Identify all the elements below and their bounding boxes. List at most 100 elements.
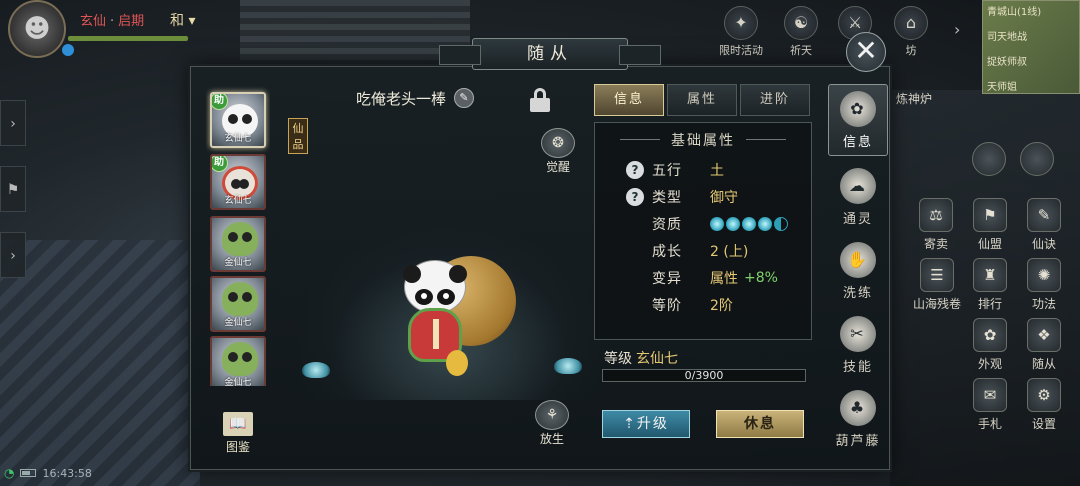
category-info[interactable]: ✿ 信息: [828, 84, 888, 156]
info-icon: ✿: [840, 91, 876, 127]
minimap[interactable]: 青城山(1线) 司天地战 捉妖师叔 天师姐: [982, 0, 1080, 94]
spirit-icon: ☁: [840, 168, 876, 204]
attr-row-element: ? 五行土: [626, 157, 724, 183]
pet-slot-label: 玄仙七: [224, 196, 252, 206]
pet-name-text: 吃俺老头一棒: [356, 89, 447, 108]
clock: 16:43:58: [42, 466, 92, 480]
category-refine[interactable]: ✋ 洗练: [828, 242, 888, 301]
category-spirit[interactable]: ☁ 通灵: [828, 168, 888, 227]
attributes-title: 基础属性: [594, 130, 812, 150]
money-bag-icon[interactable]: [972, 142, 1006, 176]
top-market[interactable]: ⌂ 坊: [888, 6, 934, 58]
pet-slot-4[interactable]: 金仙七: [210, 276, 266, 332]
gem-icon: [710, 217, 724, 231]
expand-arrow-icon[interactable]: ›: [954, 20, 960, 39]
fn-alliance[interactable]: ⚑ 仙盟: [962, 198, 1018, 252]
gem-icon: [742, 217, 756, 231]
status-bar: ◔ 16:43:58: [4, 466, 92, 480]
pet-slot-label: 金仙七: [224, 258, 252, 268]
release-button[interactable]: ⚘ 放生: [530, 400, 574, 447]
pet-slot-label: 金仙七: [224, 378, 252, 386]
top-limited-event[interactable]: ✦ 限时活动: [718, 6, 764, 58]
close-icon: ✕: [854, 34, 878, 67]
refine-furnace-label[interactable]: 炼神炉: [896, 90, 932, 107]
settings-icon: ⚙: [1027, 378, 1061, 412]
category-gourd[interactable]: ♣ 葫芦藤: [828, 390, 888, 449]
release-icon: ⚘: [535, 400, 569, 430]
fn-companion[interactable]: ❖ 随从: [1016, 318, 1072, 372]
skill-scroll-icon: ✎: [1027, 198, 1061, 232]
alliance-icon: ⚑: [973, 198, 1007, 232]
pray-icon: ☯: [784, 6, 818, 40]
fn-settings[interactable]: ⚙ 设置: [1016, 378, 1072, 432]
left-edge-collapse[interactable]: ›: [0, 232, 26, 278]
fn-skill-scroll[interactable]: ✎ 仙诀: [1016, 198, 1072, 252]
lock-icon[interactable]: [530, 88, 550, 112]
spirit-orb-icon[interactable]: [1020, 142, 1054, 176]
notebook-icon: ✉: [973, 378, 1007, 412]
top-pray[interactable]: ☯ 祈天: [778, 6, 824, 58]
gem-icon: [758, 217, 772, 231]
refine-icon: ✋: [840, 242, 876, 278]
wifi-icon: ◔: [4, 466, 15, 480]
skill-icon: ✂: [840, 316, 876, 352]
minimap-npc: 司天地战: [987, 32, 1027, 43]
category-skill[interactable]: ✂ 技能: [828, 316, 888, 375]
consign-icon: ⚖: [919, 198, 953, 232]
half-gem-icon: [774, 217, 788, 231]
shanhai-icon: ☰: [920, 258, 954, 292]
left-edge-tab-2[interactable]: ⚑: [0, 166, 26, 212]
attr-row-aptitude: 资质: [652, 211, 788, 237]
player-avatar[interactable]: ☻: [8, 0, 66, 58]
gourd-icon: ♣: [840, 390, 876, 426]
exp-bar: 0/3900: [602, 369, 806, 382]
pet-slot-2[interactable]: 助 玄仙七: [210, 154, 266, 210]
tab-advance[interactable]: 进阶: [740, 84, 810, 116]
appearance-icon: ✿: [973, 318, 1007, 352]
fn-ranking[interactable]: ♜ 排行: [962, 258, 1018, 312]
aptitude-gems: [710, 217, 788, 231]
fn-appearance[interactable]: ✿ 外观: [962, 318, 1018, 372]
awaken-button[interactable]: ❂ 觉醒: [536, 128, 580, 175]
market-icon: ⌂: [894, 6, 928, 40]
battery-icon: [20, 469, 37, 477]
tab-info[interactable]: 信息: [594, 84, 664, 116]
upgrade-button[interactable]: ⇡升级: [602, 410, 690, 438]
assist-badge: 助: [212, 94, 228, 110]
pet-slot-5[interactable]: 金仙七: [210, 336, 266, 386]
exp-text: 0/3900: [684, 369, 724, 382]
pet-slot-label: 玄仙七: [224, 134, 252, 144]
level-line: 等级 玄仙七: [604, 351, 678, 367]
rest-button[interactable]: 休息: [716, 410, 804, 438]
limited-event-icon: ✦: [724, 6, 758, 40]
attr-row-mutation: 变异 属性 +8%: [652, 270, 778, 287]
background-roof: [0, 240, 200, 486]
gem-icon: [726, 217, 740, 231]
pet-list[interactable]: 助 玄仙七 助 玄仙七 金仙七 金仙七 金仙七: [206, 86, 270, 386]
harmony-dropdown[interactable]: 和 ▾: [170, 10, 195, 30]
pet-slot-3[interactable]: 金仙七: [210, 216, 266, 272]
close-button[interactable]: ✕: [846, 32, 886, 72]
help-icon[interactable]: ?: [626, 161, 644, 179]
edit-name-icon[interactable]: ✎: [454, 88, 475, 108]
fn-technique[interactable]: ✺ 功法: [1016, 258, 1072, 312]
mana-orb-icon: [62, 44, 74, 56]
fn-notebook[interactable]: ✉ 手札: [962, 378, 1018, 432]
left-edge-tab-1[interactable]: ›: [0, 100, 26, 146]
attr-row-rank: 等阶 2阶: [652, 298, 733, 314]
pet-slot-label: 金仙七: [224, 318, 252, 328]
help-icon[interactable]: ?: [626, 188, 644, 206]
dialog-title: 随从: [439, 38, 661, 70]
pet-slot-1[interactable]: 助 玄仙七: [210, 92, 266, 148]
fn-shanhai[interactable]: ☰ 山海残卷: [904, 258, 970, 312]
tab-attributes[interactable]: 属性: [667, 84, 737, 116]
attr-row-growth: 成长 2 (上): [652, 244, 749, 260]
minimap-npc: 捉妖师叔: [987, 57, 1027, 68]
player-realm: 玄仙 · 启期: [80, 14, 145, 29]
fn-consign[interactable]: ⚖ 寄卖: [908, 198, 964, 252]
pet-name: 吃俺老头一棒 ✎: [356, 86, 475, 110]
pet-model-panda: [396, 250, 516, 380]
health-bar: [68, 36, 188, 41]
handbook-button[interactable]: 📖 图鉴: [218, 412, 258, 455]
companion-icon: ❖: [1027, 318, 1061, 352]
